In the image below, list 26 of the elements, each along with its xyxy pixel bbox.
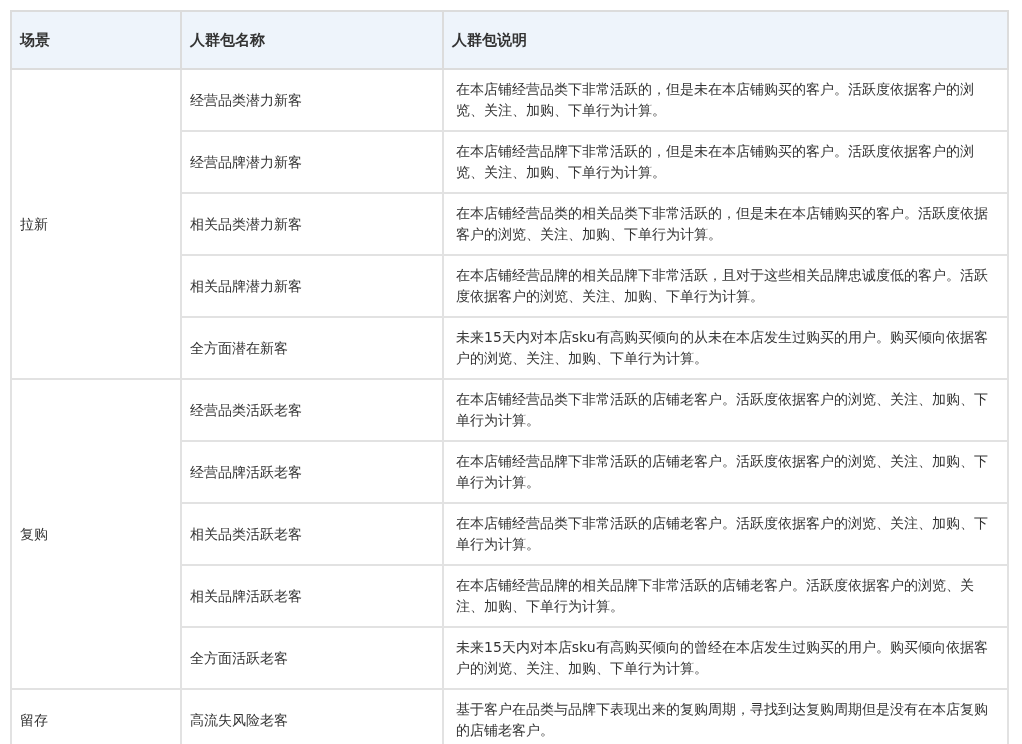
description-cell: 在本店铺经营品牌的相关品牌下非常活跃的店铺老客户。活跃度依据客户的浏览、关注、加购、下单行为计算。 <box>443 565 1008 627</box>
audience-name-cell: 经营品牌活跃老客 <box>181 441 443 503</box>
description-cell: 在本店铺经营品牌下非常活跃的店铺老客户。活跃度依据客户的浏览、关注、加购、下单行为计算。 <box>443 441 1008 503</box>
description-cell: 在本店铺经营品类下非常活跃的店铺老客户。活跃度依据客户的浏览、关注、加购、下单行为计算。 <box>443 503 1008 565</box>
description-cell: 在本店铺经营品类下非常活跃的，但是未在本店铺购买的客户。活跃度依据客户的浏览、关注、加购、下单行为计算。 <box>443 69 1008 131</box>
audience-name-cell: 全方面活跃老客 <box>181 627 443 689</box>
audience-name-cell: 相关品牌潜力新客 <box>181 255 443 317</box>
description-cell: 在本店铺经营品类下非常活跃的店铺老客户。活跃度依据客户的浏览、关注、加购、下单行为计算。 <box>443 379 1008 441</box>
scene-cell: 拉新 <box>11 69 181 379</box>
column-header: 人群包名称 <box>181 11 443 69</box>
column-header: 场景 <box>11 11 181 69</box>
description-cell: 未来15天内对本店sku有高购买倾向的从未在本店发生过购买的用户。购买倾向依据客户的浏览、关注、加购、下单行为计算。 <box>443 317 1008 379</box>
audience-name-cell: 经营品类潜力新客 <box>181 69 443 131</box>
scene-cell: 留存 <box>11 689 181 744</box>
audience-name-cell: 经营品类活跃老客 <box>181 379 443 441</box>
description-cell: 在本店铺经营品类的相关品类下非常活跃的，但是未在本店铺购买的客户。活跃度依据客户的浏览、关注、加购、下单行为计算。 <box>443 193 1008 255</box>
description-cell: 在本店铺经营品牌下非常活跃的，但是未在本店铺购买的客户。活跃度依据客户的浏览、关注、加购、下单行为计算。 <box>443 131 1008 193</box>
audience-name-cell: 经营品牌潜力新客 <box>181 131 443 193</box>
audience-name-cell: 相关品类活跃老客 <box>181 503 443 565</box>
audience-name-cell: 全方面潜在新客 <box>181 317 443 379</box>
scene-cell: 复购 <box>11 379 181 689</box>
audience-name-cell: 相关品类潜力新客 <box>181 193 443 255</box>
column-header: 人群包说明 <box>443 11 1008 69</box>
description-cell: 未来15天内对本店sku有高购买倾向的曾经在本店发生过购买的用户。购买倾向依据客户的浏览、关注、加购、下单行为计算。 <box>443 627 1008 689</box>
description-cell: 在本店铺经营品牌的相关品牌下非常活跃，且对于这些相关品牌忠诚度低的客户。活跃度依据客户的浏览、关注、加购、下单行为计算。 <box>443 255 1008 317</box>
audience-name-cell: 相关品牌活跃老客 <box>181 565 443 627</box>
